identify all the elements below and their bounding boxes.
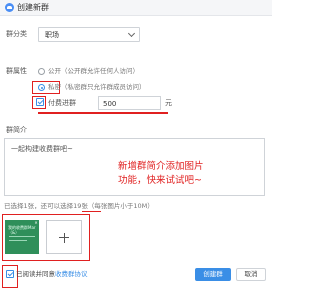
chevron-down-icon: [127, 29, 136, 38]
category-label: 群分类: [6, 30, 27, 38]
close-icon[interactable]: ✕: [34, 221, 38, 225]
image-hint: 已选择1张，还可以选择19张（每张图片小于10M）: [4, 202, 154, 210]
cancel-button[interactable]: 取消: [236, 268, 266, 281]
intro-label: 群简介: [6, 126, 27, 134]
intro-text: 一起构建收费群吧~: [11, 145, 73, 153]
paid-checkbox[interactable]: [36, 98, 44, 106]
window-title: 创建新群: [17, 3, 49, 12]
paid-row-underline: [38, 112, 168, 114]
thumbnail-caption: 我的收费群Mar（&）: [8, 225, 36, 235]
public-radio[interactable]: [38, 68, 45, 75]
category-select[interactable]: 职场: [38, 27, 140, 42]
intro-image-thumbnail[interactable]: 我的收费群Mar（&） ✕: [5, 220, 39, 254]
add-image-button[interactable]: [46, 220, 82, 254]
agreement-link[interactable]: 收费群协议: [55, 270, 88, 278]
thumbnail-line: [9, 236, 35, 237]
agree-text: 已阅读并同意收费群协议: [16, 269, 88, 279]
create-group-button[interactable]: 创建群: [195, 268, 231, 281]
currency-unit: 元: [165, 99, 172, 107]
private-radio[interactable]: [38, 84, 45, 91]
plus-icon: [63, 233, 65, 243]
attribute-label: 群属性: [6, 67, 27, 75]
paid-amount-input[interactable]: 500: [98, 96, 161, 110]
private-option-label: 私密（私密群只允许群成员访问）: [48, 83, 146, 91]
group-icon: [5, 3, 14, 12]
category-value: 职场: [45, 31, 59, 39]
thumbnail-line: [9, 240, 27, 241]
hint-underline: [82, 211, 101, 212]
public-option-label: 公开（公开群允许任何人访问）: [48, 67, 139, 75]
paid-amount-value: 500: [103, 100, 117, 108]
agree-prefix: 已阅读并同意: [16, 270, 55, 278]
title-bar: 创建新群: [0, 0, 272, 16]
paid-checkbox-label: 付费进群: [48, 99, 76, 107]
annotation-line-1: 新增群简介添加图片: [118, 161, 204, 172]
agree-checkbox[interactable]: [6, 270, 14, 278]
annotation-line-2: 功能，快来试试吧~: [118, 175, 202, 186]
